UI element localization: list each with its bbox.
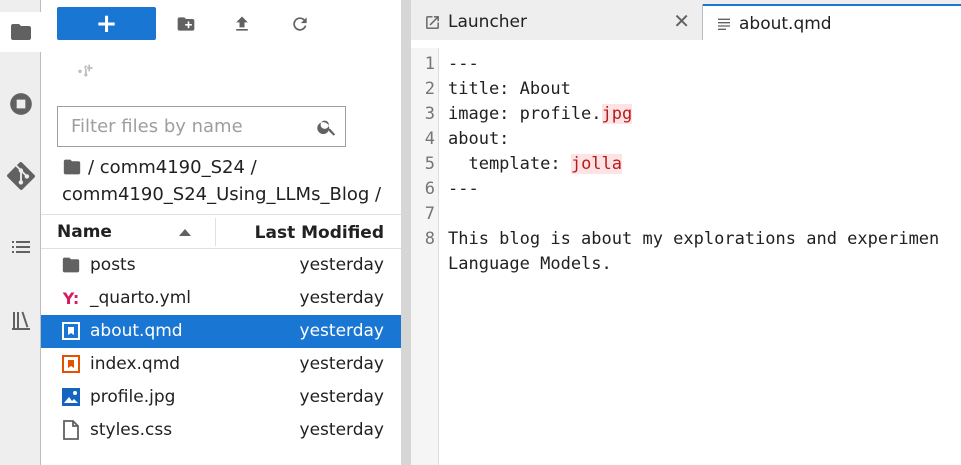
code-token: This blog is about my explorations and e…	[448, 229, 940, 249]
filter-files-input[interactable]	[58, 107, 309, 146]
line-number: 5	[424, 154, 435, 174]
line-text: ---	[448, 54, 479, 74]
file-modified: yesterday	[299, 354, 384, 374]
file-list: posts yesterday Y: _quarto.yml yesterday…	[41, 249, 401, 447]
refresh-icon	[293, 17, 307, 31]
git-clone-icon	[78, 64, 93, 77]
new-folder-icon	[177, 17, 195, 31]
file-row-index-qmd[interactable]: index.qmd yesterday	[41, 348, 401, 381]
line-text: Language Models.	[448, 254, 612, 274]
code-token: ---	[448, 179, 479, 199]
new-folder-button[interactable]	[174, 12, 198, 36]
upload-icon	[236, 16, 248, 31]
breadcrumb-path-part1[interactable]: / comm4190_S24 /	[88, 157, 257, 178]
line-number: 3	[424, 104, 435, 124]
close-icon[interactable]: ✕	[673, 11, 690, 31]
plus-icon: +	[95, 8, 118, 39]
file-name: posts	[90, 255, 136, 275]
file-modified: yesterday	[299, 255, 384, 275]
upload-button[interactable]	[230, 12, 254, 36]
image-file-icon	[61, 387, 81, 407]
home-folder-icon[interactable]	[62, 158, 82, 183]
search-icon	[309, 116, 345, 138]
file-icon	[61, 420, 81, 440]
toc-list-icon	[11, 241, 30, 253]
file-row-posts[interactable]: posts yesterday	[41, 249, 401, 282]
code-token: image: profile.	[448, 104, 602, 124]
tab-launcher[interactable]: Launcher ✕	[411, 4, 703, 40]
running-stop-icon	[9, 93, 32, 115]
spell-highlight: jolla	[570, 154, 623, 174]
tab-bar: Launcher ✕ about.qmd	[411, 0, 961, 41]
filter-files-box	[57, 106, 346, 147]
code-token: template:	[448, 154, 571, 174]
file-name: index.qmd	[90, 354, 181, 374]
breadcrumb-path-part2[interactable]: comm4190_S24_Using_LLMs_Blog /	[62, 183, 382, 207]
line-number: 6	[424, 179, 435, 199]
file-name: profile.jpg	[90, 387, 176, 407]
folder-icon	[61, 255, 81, 275]
file-modified: yesterday	[299, 387, 384, 407]
file-row-styles-css[interactable]: styles.css yesterday	[41, 414, 401, 447]
column-divider	[215, 218, 216, 246]
line-text: ---	[448, 179, 479, 199]
file-name: _quarto.yml	[90, 288, 191, 308]
spell-highlight: jpg	[601, 104, 633, 124]
panel-splitter[interactable]	[401, 0, 411, 465]
last-modified-column-header[interactable]: Last Modified	[255, 223, 384, 243]
line-number: 1	[424, 54, 435, 74]
running-sessions-tab[interactable]	[0, 84, 41, 124]
file-browser-tab[interactable]	[0, 12, 42, 52]
file-browser-panel: + / comm4190_S24 /	[41, 0, 401, 465]
file-row-quarto-yml[interactable]: Y: _quarto.yml yesterday	[41, 282, 401, 315]
sort-ascending-icon	[179, 229, 191, 236]
code-token: Language Models.	[448, 254, 612, 274]
tab-label: about.qmd	[739, 13, 832, 34]
file-modified: yesterday	[299, 420, 384, 440]
qmd-file-icon	[61, 354, 81, 374]
file-modified: yesterday	[299, 321, 384, 341]
file-row-profile-jpg[interactable]: profile.jpg yesterday	[41, 381, 401, 414]
line-text: This blog is about my explorations and e…	[448, 229, 939, 249]
new-launcher-button[interactable]: +	[57, 7, 156, 40]
file-row-about-qmd[interactable]: about.qmd yesterday	[41, 315, 401, 348]
text-file-icon	[716, 16, 732, 32]
code-token: title: About	[448, 79, 571, 99]
line-text: about:	[448, 129, 509, 149]
line-number: 7	[424, 204, 435, 224]
activity-bar	[0, 0, 42, 465]
qmd-file-icon	[61, 321, 81, 341]
table-of-contents-tab[interactable]	[0, 227, 41, 267]
code-token: about:	[448, 129, 510, 149]
file-name: styles.css	[90, 420, 173, 440]
git-tab[interactable]	[0, 156, 41, 196]
file-name: about.qmd	[90, 321, 183, 341]
editor-area: Launcher ✕ about.qmd 1 --- 2 title: About 3 i…	[411, 0, 961, 465]
code-editor[interactable]: 1 --- 2 title: About 3 image: profile.jpg 4 abo…	[411, 48, 961, 465]
line-text: title: About	[448, 79, 571, 99]
extension-books-icon	[11, 311, 30, 330]
line-number: 4	[424, 129, 435, 149]
file-modified: yesterday	[299, 288, 384, 308]
line-number: 8	[424, 229, 435, 249]
name-column-header[interactable]: Name	[57, 222, 112, 242]
git-clone-button[interactable]	[75, 63, 95, 83]
breadcrumb: / comm4190_S24 / comm4190_S24_Using_LLMs…	[62, 156, 382, 207]
file-list-header: Name Last Modified	[41, 214, 401, 249]
folder-icon	[11, 24, 31, 40]
line-text: template: jolla	[448, 154, 623, 174]
yaml-file-icon: Y:	[62, 288, 80, 308]
git-icon	[6, 162, 35, 190]
code-token: ---	[448, 54, 479, 74]
refresh-button[interactable]	[288, 12, 312, 36]
tab-label: Launcher	[448, 12, 528, 32]
line-text: image: profile.jpg	[448, 104, 633, 124]
line-number: 2	[424, 79, 435, 99]
jupyterlab-window: + / comm4190_S24 /	[0, 0, 961, 465]
tab-about-qmd[interactable]: about.qmd	[703, 4, 961, 41]
extension-tab[interactable]	[0, 300, 41, 340]
launcher-icon	[424, 14, 441, 31]
